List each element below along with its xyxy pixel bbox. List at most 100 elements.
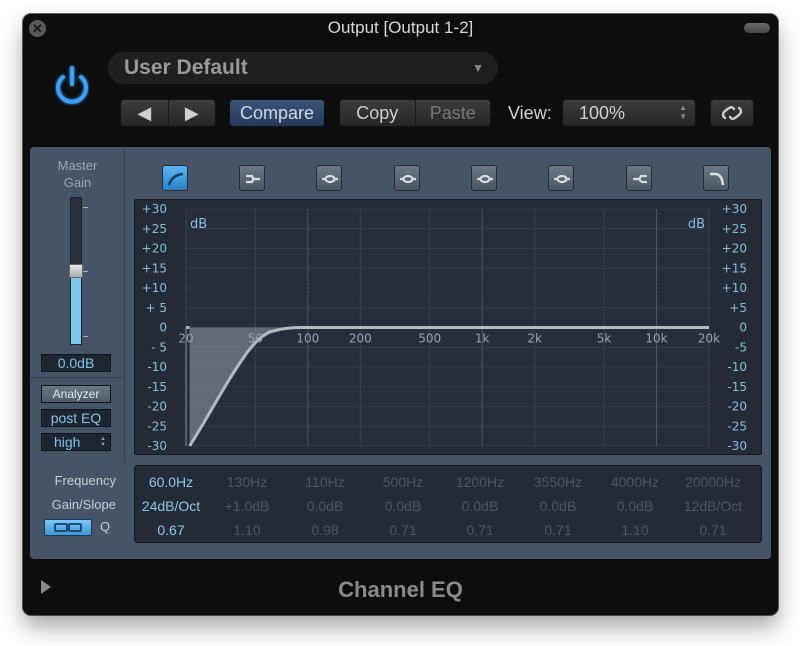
- band-8-high-cut-button[interactable]: [703, 165, 729, 191]
- y-tick-label-left: -15: [147, 380, 167, 394]
- band-5-frequency-value[interactable]: 1200Hz: [442, 470, 518, 494]
- band-3-bell-button[interactable]: [316, 165, 342, 191]
- band-5-gain-slope-value[interactable]: 0.0dB: [442, 494, 518, 518]
- band-7-gain-slope-value[interactable]: 0.0dB: [597, 494, 673, 518]
- master-gain-handle[interactable]: [69, 264, 83, 278]
- master-gain-fill: [71, 277, 81, 344]
- link-bands-button[interactable]: [44, 519, 92, 536]
- y-tick-label-right: -20: [727, 400, 747, 414]
- band-8-gain-slope-value[interactable]: 12dB/Oct: [675, 494, 751, 518]
- y-tick-label-right: -15: [727, 380, 747, 394]
- x-tick-label: 5k: [597, 332, 612, 346]
- y-tick-label-right: -10: [727, 360, 747, 374]
- band-4-frequency-value[interactable]: 500Hz: [365, 470, 441, 494]
- band-2-params: 130Hz +1.0dB 1.10: [209, 470, 285, 542]
- y-tick-label-left: +20: [142, 242, 167, 256]
- band-3-q-value[interactable]: 0.98: [287, 518, 363, 542]
- master-gain-label-line2: Gain: [63, 175, 92, 190]
- band-4-bell-button[interactable]: [394, 165, 420, 191]
- band-1-params: 60.0Hz 24dB/Oct 0.67: [133, 470, 209, 542]
- preset-selector[interactable]: User Default ▼: [108, 52, 498, 84]
- band-3-frequency-value[interactable]: 110Hz: [287, 470, 363, 494]
- band-6-q-value[interactable]: 0.71: [520, 518, 596, 542]
- analyzer-resolution-value: high: [54, 434, 81, 450]
- y-tick-label-left: +30: [142, 202, 167, 216]
- low-shelf-icon: [246, 174, 260, 184]
- eq-graph-canvas[interactable]: 20 50 100 200 500 1k 2k 5k 10k 20k +30 +30 +25 +25 +20…: [135, 200, 763, 456]
- band-8-q-value[interactable]: 0.71: [675, 518, 751, 542]
- band-6-frequency-value[interactable]: 3550Hz: [520, 470, 596, 494]
- gain-slope-row-label: Gain/Slope: [51, 497, 116, 512]
- high-cut-icon: [710, 172, 725, 186]
- y-tick-label-right: -25: [727, 419, 747, 433]
- x-tick-label: 2k: [527, 332, 542, 346]
- compare-button[interactable]: Compare: [229, 99, 325, 127]
- link-button[interactable]: [710, 99, 754, 127]
- band-7-q-value[interactable]: 1.10: [597, 518, 673, 542]
- band-2-gain-slope-value[interactable]: +1.0dB: [209, 494, 285, 518]
- master-gain-slider[interactable]: [69, 197, 83, 345]
- band-1-gain-slope-value[interactable]: 24dB/Oct: [133, 494, 209, 518]
- stepper-icon: ▲ ▼: [100, 436, 106, 448]
- view-zoom-value: 100%: [579, 103, 626, 123]
- analyzer-button[interactable]: Analyzer: [41, 385, 111, 403]
- y-tick-label-right: +10: [722, 281, 747, 295]
- plugin-name: Channel EQ: [338, 577, 463, 602]
- x-tick-label: 10k: [645, 332, 667, 346]
- master-gain-label: Master Gain: [30, 157, 125, 191]
- slider-tick: [83, 207, 88, 208]
- y-tick-label-left: +10: [142, 281, 167, 295]
- band-6-gain-slope-value[interactable]: 0.0dB: [520, 494, 596, 518]
- master-gain-value[interactable]: 0.0dB: [41, 354, 111, 372]
- band-5-bell-button[interactable]: [471, 165, 497, 191]
- window-title: Output [Output 1-2]: [327, 18, 474, 37]
- band-2-low-shelf-button[interactable]: [239, 165, 265, 191]
- power-button[interactable]: [49, 62, 95, 108]
- band-1-q-value[interactable]: 0.67: [133, 518, 209, 542]
- x-tick-label: 200: [349, 332, 372, 346]
- band-2-frequency-value[interactable]: 130Hz: [209, 470, 285, 494]
- paste-button[interactable]: Paste: [414, 100, 491, 126]
- analyzer-resolution-select[interactable]: high ▲ ▼: [41, 433, 111, 451]
- stepper-icon: ▲ ▼: [679, 103, 687, 121]
- view-zoom-select[interactable]: 100% ▲ ▼: [562, 99, 696, 127]
- slider-tick: [83, 336, 88, 337]
- y-tick-label-left: -10: [147, 360, 167, 374]
- next-preset-button[interactable]: ▶: [167, 100, 216, 126]
- band-7-params: 4000Hz 0.0dB 1.10: [597, 470, 673, 542]
- band-2-q-value[interactable]: 1.10: [209, 518, 285, 542]
- band-4-params: 500Hz 0.0dB 0.71: [365, 470, 441, 542]
- y-tick-label-right: 0: [739, 321, 747, 335]
- band-4-gain-slope-value[interactable]: 0.0dB: [365, 494, 441, 518]
- link-icon: [721, 106, 743, 120]
- divider: [30, 377, 125, 378]
- y-tick-label-right: -30: [727, 439, 747, 453]
- band-4-q-value[interactable]: 0.71: [365, 518, 441, 542]
- power-icon: [56, 66, 88, 104]
- band-1-low-cut-button[interactable]: [162, 165, 188, 191]
- view-label: View:: [508, 103, 552, 123]
- collapse-button[interactable]: [744, 23, 770, 33]
- x-tick-label: 50: [248, 332, 263, 346]
- band-6-bell-button[interactable]: [548, 165, 574, 191]
- y-tick-label-left: -20: [147, 400, 167, 414]
- copy-button[interactable]: Copy: [340, 100, 415, 126]
- band-1-frequency-value[interactable]: 60.0Hz: [133, 470, 209, 494]
- eq-graph[interactable]: 20 50 100 200 500 1k 2k 5k 10k 20k +30 +30 +25 +25 +20…: [134, 199, 762, 455]
- previous-preset-button[interactable]: ◀: [121, 100, 168, 126]
- band-parameters: 60.0Hz 24dB/Oct 0.67 130Hz +1.0dB 1.10 110Hz 0.…: [134, 465, 762, 543]
- band-7-high-shelf-button[interactable]: [626, 165, 652, 191]
- band-8-params: 20000Hz 12dB/Oct 0.71: [675, 470, 751, 542]
- y-tick-label-left: - 5: [151, 340, 167, 354]
- band-7-frequency-value[interactable]: 4000Hz: [597, 470, 673, 494]
- band-5-q-value[interactable]: 0.71: [442, 518, 518, 542]
- band-3-gain-slope-value[interactable]: 0.0dB: [287, 494, 363, 518]
- low-cut-icon: [167, 172, 184, 186]
- y-tick-label-right: -5: [735, 340, 747, 354]
- analyzer-mode-select[interactable]: post EQ: [41, 409, 111, 427]
- slider-tick: [83, 271, 88, 272]
- master-gain-label-line1: Master: [57, 158, 98, 173]
- x-tick-label: 100: [296, 332, 319, 346]
- band-8-frequency-value[interactable]: 20000Hz: [675, 470, 751, 494]
- y-axis-label-left: dB: [190, 217, 207, 232]
